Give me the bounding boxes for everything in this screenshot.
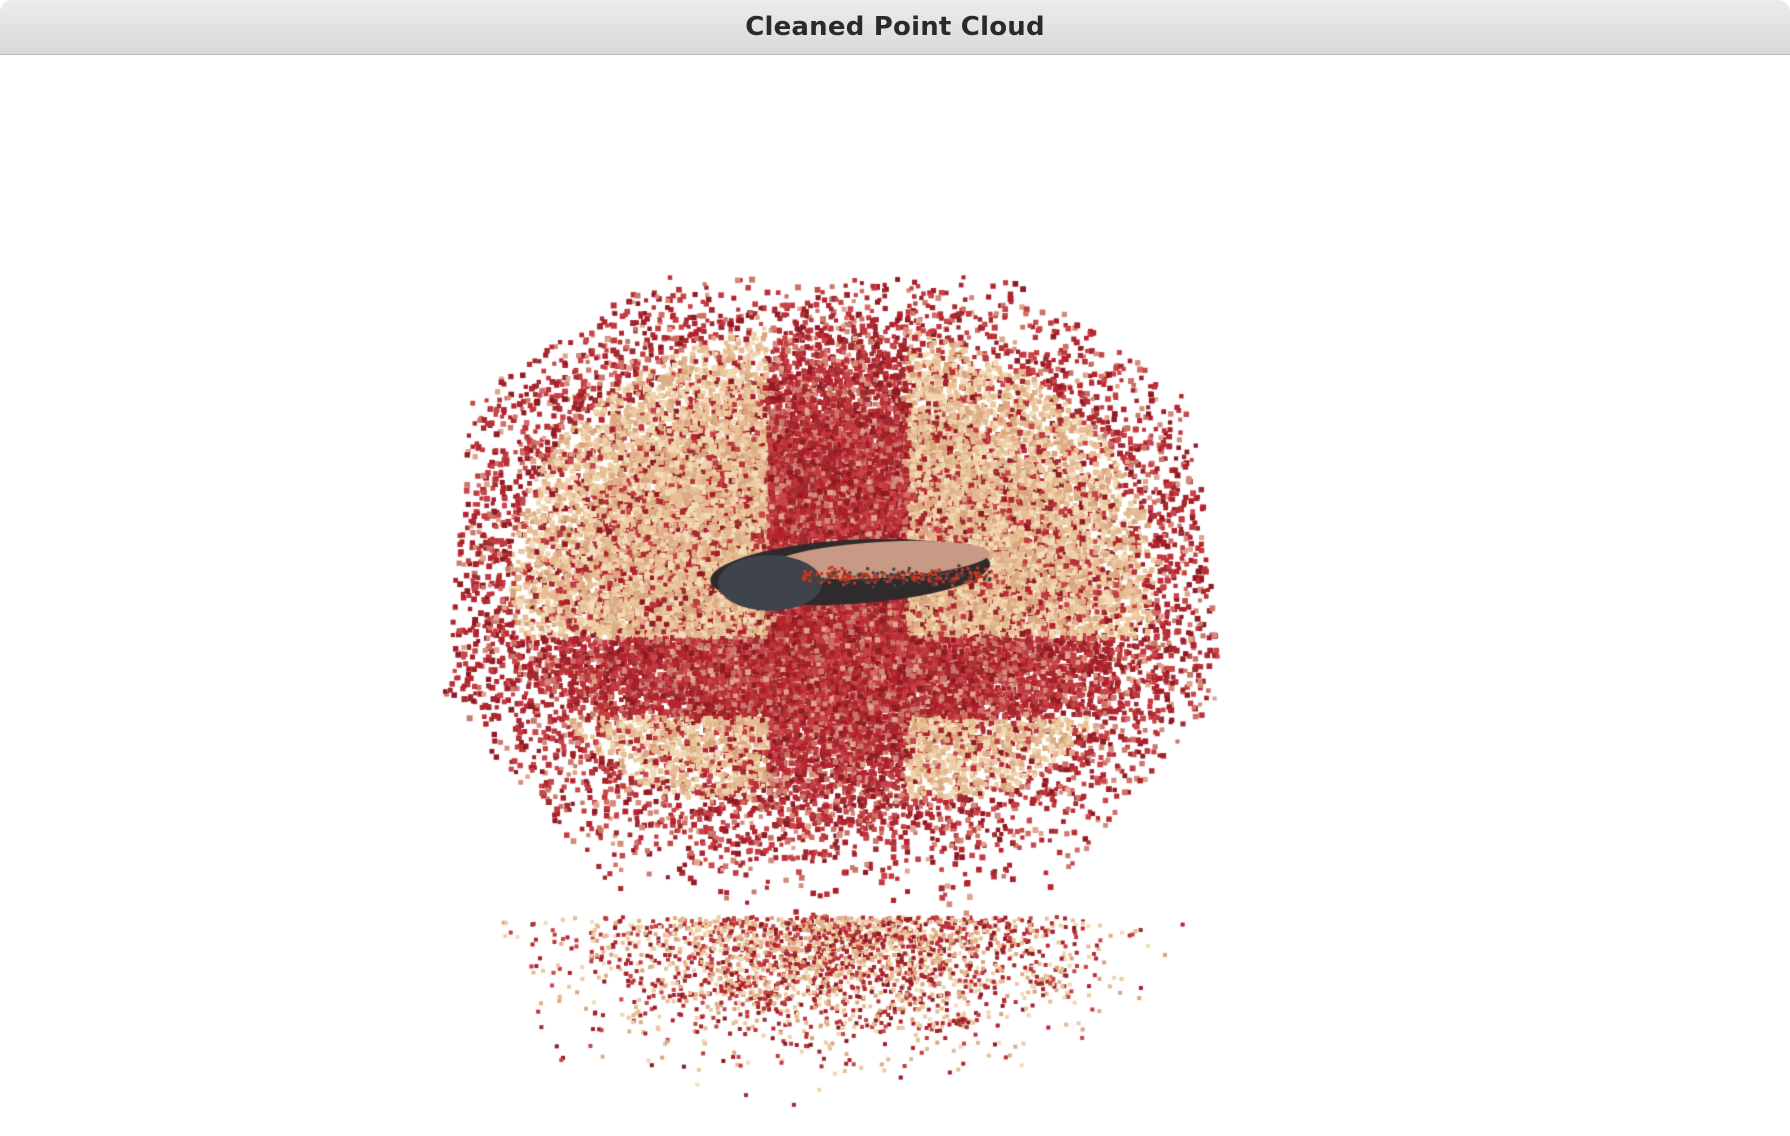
title-bar[interactable]: Cleaned Point Cloud [0, 0, 1790, 55]
point-cloud-canvas[interactable] [0, 55, 1790, 1136]
point-cloud-viewport[interactable] [0, 55, 1790, 1136]
window-title: Cleaned Point Cloud [745, 12, 1045, 42]
viewer-window: Cleaned Point Cloud [0, 0, 1790, 1136]
